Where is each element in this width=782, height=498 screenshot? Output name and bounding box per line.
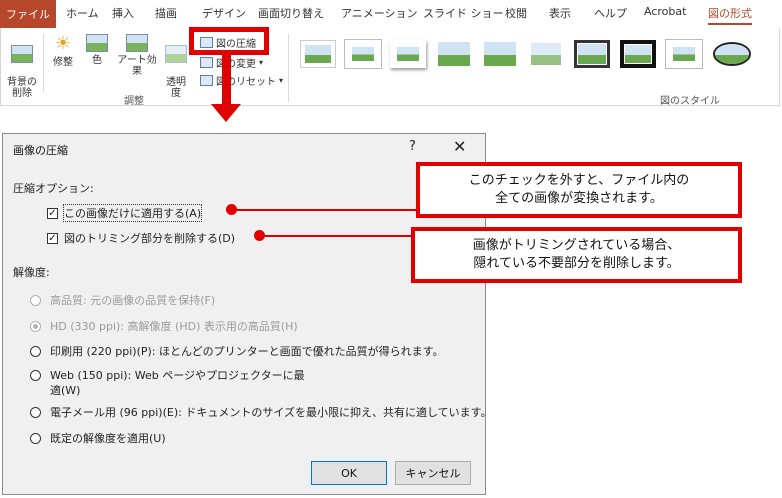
- callout-apply-only-this-line2: 全ての画像が変換されます。: [495, 191, 663, 206]
- color-label: 色: [92, 55, 102, 66]
- reset-picture-button[interactable]: 図のリセット ▾: [200, 73, 283, 88]
- change-picture-button[interactable]: 図の変更 ▾: [200, 55, 263, 70]
- remove-background-label: 背景の 削除: [7, 77, 37, 99]
- compression-options-label: 圧縮オプション:: [13, 182, 94, 195]
- apply-only-this-label: この画像だけに適用する(A): [62, 204, 203, 222]
- picture-style-thumbnail[interactable]: [345, 40, 381, 68]
- resolution-email-radio[interactable]: 電子メール用 (96 ppi)(E): ドキュメントのサイズを最小限に抑え、共有…: [30, 404, 492, 420]
- tab-picture-format[interactable]: 図の形式: [708, 5, 752, 25]
- picture-style-thumbnail[interactable]: [620, 40, 656, 68]
- ribbon-tab-bar: ファイル ホーム 挿入 描画 デザイン 画面切り替え アニメーション スライド …: [0, 0, 780, 28]
- ok-button[interactable]: OK: [311, 461, 387, 485]
- artistic-effects-button[interactable]: アート効果: [114, 34, 160, 77]
- resolution-hd-radio[interactable]: HD (330 ppi): 高解像度 (HD) 表示用の高品質(H): [30, 318, 298, 334]
- callout-connector-line: [234, 209, 418, 211]
- callout-connector-line: [263, 235, 413, 237]
- compress-highlight-box: [189, 27, 269, 55]
- chevron-down-icon: ▾: [279, 76, 284, 85]
- radio-icon: [30, 369, 41, 381]
- checkbox-checked-icon: ✓: [47, 232, 58, 244]
- transparency-button[interactable]: 透明 度: [164, 34, 188, 99]
- remove-background-button[interactable]: 背景の 削除: [6, 34, 38, 99]
- corrections-label: 修整: [53, 57, 73, 68]
- delete-cropped-areas-label: 図のトリミング部分を削除する(D): [64, 232, 236, 245]
- artistic-effects-label: アート効果: [117, 55, 157, 77]
- resolution-print-label: 印刷用 (220 ppi)(P): ほとんどのプリンターと画面で優れた品質が得ら…: [50, 345, 444, 358]
- tab-review[interactable]: 校閲: [505, 5, 527, 21]
- transparency-label: 透明 度: [166, 77, 186, 99]
- picture-style-thumbnail[interactable]: [482, 40, 518, 68]
- close-icon[interactable]: ✕: [453, 137, 466, 156]
- help-icon[interactable]: ?: [409, 139, 416, 154]
- picture-style-thumbnail[interactable]: [528, 40, 564, 68]
- checkbox-checked-icon: ✓: [47, 207, 58, 219]
- callout-delete-cropped: 画像がトリミングされている場合、 隠れている不要部分を削除します。: [411, 227, 742, 283]
- tab-home[interactable]: ホーム: [66, 5, 99, 21]
- tab-slideshow[interactable]: スライド ショー: [423, 5, 504, 21]
- callout-apply-only-this-line1: このチェックを外すと、ファイル内の: [468, 173, 690, 188]
- resolution-web-label: Web (150 ppi): Web ページやプロジェクターに最: [50, 369, 305, 382]
- adjust-group-label: 調整: [124, 96, 144, 107]
- picture-style-thumbnail[interactable]: [713, 42, 751, 66]
- remove-background-icon: [11, 45, 33, 63]
- color-button[interactable]: 色: [84, 34, 110, 66]
- tab-view[interactable]: 表示: [549, 5, 571, 21]
- resolution-web-radio[interactable]: Web (150 ppi): Web ページやプロジェクターに最: [30, 367, 305, 383]
- picture-style-thumbnail[interactable]: [666, 40, 702, 68]
- radio-icon: [30, 432, 41, 444]
- ribbon-separator: [43, 34, 44, 92]
- resolution-high-fidelity-radio[interactable]: 高品質: 元の画像の品質を保持(F): [30, 292, 215, 308]
- change-picture-icon: [200, 57, 213, 68]
- tab-insert[interactable]: 挿入: [112, 5, 134, 21]
- resolution-web-label-continued: 適(W): [50, 384, 81, 397]
- tab-help[interactable]: ヘルプ: [594, 5, 627, 21]
- picture-style-thumbnail[interactable]: [300, 40, 336, 68]
- pointer-arrow-head: [211, 104, 241, 122]
- resolution-hd-label: HD (330 ppi): 高解像度 (HD) 表示用の高品質(H): [50, 320, 298, 333]
- radio-icon: [30, 345, 41, 357]
- sun-icon: ☀: [54, 33, 72, 54]
- resolution-email-label: 電子メール用 (96 ppi)(E): ドキュメントのサイズを最小限に抑え、共有…: [50, 406, 492, 419]
- picture-styles-group-label: 図のスタイル: [660, 96, 720, 107]
- resolution-print-radio[interactable]: 印刷用 (220 ppi)(P): ほとんどのプリンターと画面で優れた品質が得ら…: [30, 343, 444, 359]
- apply-only-this-checkbox[interactable]: ✓ この画像だけに適用する(A): [47, 204, 203, 222]
- tab-design[interactable]: デザイン: [202, 5, 246, 21]
- picture-style-thumbnail[interactable]: [436, 40, 472, 68]
- radio-icon: [30, 406, 41, 418]
- ribbon-separator: [288, 34, 289, 102]
- corrections-button[interactable]: ☀ 修整: [48, 33, 78, 69]
- radio-icon: [30, 294, 41, 306]
- callout-delete-cropped-line2: 隠れている不要部分を削除します。: [473, 256, 680, 271]
- resolution-label: 解像度:: [13, 266, 50, 279]
- tab-draw[interactable]: 描画: [155, 5, 177, 21]
- tab-file[interactable]: ファイル: [0, 0, 56, 28]
- tab-animations[interactable]: アニメーション: [341, 5, 418, 21]
- tab-acrobat[interactable]: Acrobat: [644, 5, 686, 18]
- picture-style-thumbnail[interactable]: [574, 40, 610, 68]
- resolution-high-fidelity-label: 高品質: 元の画像の品質を保持(F): [50, 294, 216, 307]
- picture-style-thumbnail[interactable]: [390, 40, 426, 68]
- compress-pictures-dialog: 画像の圧縮 ? ✕ 圧縮オプション: ✓ この画像だけに適用する(A) ✓ 図の…: [2, 133, 492, 495]
- resolution-default-label: 既定の解像度を適用(U): [50, 432, 166, 445]
- callout-apply-only-this: このチェックを外すと、ファイル内の 全ての画像が変換されます。: [416, 162, 742, 218]
- radio-selected-icon: [30, 320, 41, 332]
- delete-cropped-areas-checkbox[interactable]: ✓ 図のトリミング部分を削除する(D): [47, 230, 235, 246]
- chevron-down-icon: ▾: [259, 58, 264, 67]
- callout-anchor-dot: [226, 204, 237, 215]
- transparency-icon: [165, 45, 187, 63]
- artistic-effects-icon: [126, 34, 148, 52]
- dialog-title: 画像の圧縮: [13, 144, 68, 157]
- resolution-default-radio[interactable]: 既定の解像度を適用(U): [30, 430, 166, 446]
- pointer-arrow-shaft: [222, 52, 231, 108]
- color-icon: [86, 34, 108, 52]
- tab-transitions[interactable]: 画面切り替え: [258, 5, 324, 21]
- cancel-button[interactable]: キャンセル: [395, 461, 471, 485]
- reset-picture-icon: [200, 75, 213, 86]
- callout-delete-cropped-line1: 画像がトリミングされている場合、: [472, 238, 681, 253]
- callout-anchor-dot: [254, 230, 265, 241]
